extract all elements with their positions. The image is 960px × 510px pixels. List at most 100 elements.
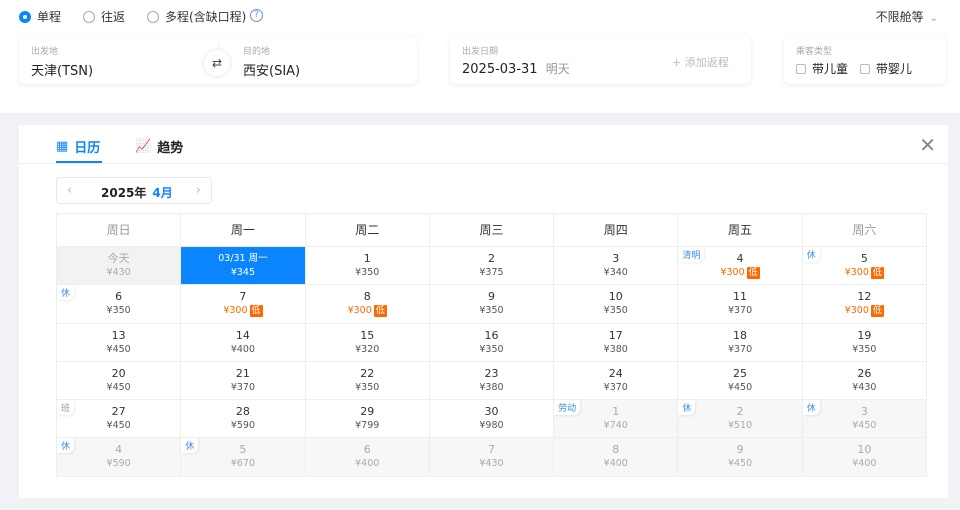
tab-calendar[interactable]: ▦ 日历 bbox=[56, 137, 100, 156]
day-price: ¥400 bbox=[306, 457, 429, 471]
trip-type-one-way[interactable]: 单程 bbox=[19, 8, 61, 25]
calendar-day[interactable]: 13 ¥450 bbox=[57, 323, 182, 362]
day-price: ¥450 bbox=[57, 419, 180, 433]
passenger-card: 乘客类型 带儿童 带婴儿 bbox=[784, 36, 946, 84]
add-return-button[interactable]: + 添加返程 bbox=[672, 54, 729, 70]
calendar-panel: ▦ 日历 📈 趋势 ✕ ‹ 2025年 4月 › 周日 周一 周二 周三 周四 周五 周六 今天 ¥4… bbox=[19, 125, 948, 498]
day-price: ¥350 bbox=[306, 381, 429, 395]
radio-label: 单程 bbox=[37, 10, 62, 24]
day-price: ¥370 bbox=[678, 304, 801, 318]
from-field[interactable]: 天津(TSN) bbox=[31, 60, 93, 79]
calendar-day[interactable]: 劳动 1 ¥740 bbox=[554, 400, 679, 439]
calendar-day[interactable]: 24 ¥370 bbox=[554, 361, 679, 401]
day-price: ¥670 bbox=[181, 457, 304, 471]
day-number: 6 bbox=[115, 290, 123, 304]
calendar-day[interactable]: 7 ¥430 bbox=[429, 438, 555, 477]
day-price: ¥510 bbox=[678, 419, 801, 433]
weekday-label: 周五 bbox=[678, 214, 803, 247]
day-number: 23 bbox=[484, 366, 499, 380]
calendar-day[interactable]: 9 ¥450 bbox=[678, 438, 803, 477]
calendar-day[interactable]: 2 ¥375 bbox=[429, 247, 555, 286]
chevron-right-icon[interactable]: › bbox=[196, 183, 201, 198]
calendar-day[interactable]: 8 ¥300 低 bbox=[305, 285, 430, 324]
calendar-day[interactable]: 22 ¥350 bbox=[305, 361, 430, 401]
day-number: 2 bbox=[736, 405, 744, 419]
calendar-day[interactable]: 21 ¥370 bbox=[181, 361, 306, 401]
calendar-day[interactable]: 25 ¥450 bbox=[678, 361, 803, 401]
search-bar: 单程 往返 多程(含缺口程) ? 不限舱等 ⌄ 出发地 天津(TSN) 目的地 西… bbox=[0, 0, 960, 113]
chart-icon: 📈 bbox=[135, 139, 152, 154]
calendar-day[interactable]: 休 5 ¥670 bbox=[181, 438, 306, 477]
day-price: ¥380 bbox=[554, 343, 677, 357]
calendar-day[interactable]: 18 ¥370 bbox=[678, 323, 803, 362]
radio-label: 往返 bbox=[101, 10, 126, 24]
day-number: 8 bbox=[612, 443, 620, 457]
trip-type-round-trip[interactable]: 往返 bbox=[83, 8, 125, 25]
day-price: ¥300 低 bbox=[803, 266, 926, 280]
calendar-day[interactable]: 9 ¥350 bbox=[429, 285, 555, 324]
trip-type-multi[interactable]: 多程(含缺口程) bbox=[147, 8, 246, 25]
day-price: ¥350 bbox=[57, 304, 180, 318]
child-checkbox[interactable]: 带儿童 bbox=[796, 62, 848, 76]
calendar-day[interactable]: 15 ¥320 bbox=[305, 323, 430, 362]
to-field[interactable]: 西安(SIA) bbox=[243, 60, 300, 79]
day-price: ¥350 bbox=[554, 304, 677, 318]
close-icon[interactable]: ✕ bbox=[919, 133, 936, 157]
calendar-day[interactable]: 12 ¥300 低 bbox=[802, 285, 927, 324]
day-price: ¥375 bbox=[430, 266, 553, 280]
calendar-day[interactable]: 23 ¥380 bbox=[429, 361, 555, 401]
calendar-day[interactable]: 14 ¥400 bbox=[181, 323, 306, 362]
cabin-select[interactable]: 不限舱等 ⌄ bbox=[876, 8, 938, 25]
calendar-day[interactable]: 1 ¥350 bbox=[305, 247, 430, 286]
calendar-day[interactable]: 清明 4 ¥300 低 bbox=[678, 247, 803, 286]
chevron-left-icon[interactable]: ‹ bbox=[67, 183, 72, 198]
calendar-day[interactable]: 休 6 ¥350 bbox=[57, 285, 182, 324]
calendar-day[interactable]: 8 ¥400 bbox=[554, 438, 679, 477]
price-value: ¥980 bbox=[479, 420, 504, 432]
calendar-day[interactable]: 休 4 ¥590 bbox=[57, 438, 182, 477]
price-value: ¥590 bbox=[230, 420, 256, 432]
price-value: ¥300 bbox=[347, 305, 372, 317]
swap-icon[interactable]: ⇄ bbox=[204, 50, 230, 76]
calendar-day[interactable]: 10 ¥400 bbox=[802, 438, 927, 477]
calendar-day[interactable]: 班 27 ¥450 bbox=[57, 400, 182, 439]
cabin-value: 不限舱等 bbox=[875, 10, 924, 24]
calendar-day[interactable]: 10 ¥350 bbox=[554, 285, 679, 324]
day-price: ¥450 bbox=[803, 419, 926, 433]
calendar-day[interactable]: 19 ¥350 bbox=[802, 323, 927, 362]
calendar-day[interactable]: 7 ¥300 低 bbox=[181, 285, 306, 324]
calendar-day[interactable]: 17 ¥380 bbox=[554, 323, 679, 362]
calendar-day[interactable]: 29 ¥799 bbox=[305, 400, 430, 439]
day-price: ¥450 bbox=[57, 343, 180, 357]
calendar-day[interactable]: 休 5 ¥300 低 bbox=[802, 247, 927, 286]
date-card[interactable]: 出发日期 2025-03-31 明天 + 添加返程 bbox=[450, 36, 751, 84]
price-value: ¥400 bbox=[852, 458, 877, 470]
price-value: ¥300 bbox=[720, 267, 745, 278]
calendar-day[interactable]: 03/31 周一 ¥345 bbox=[181, 247, 306, 286]
divider bbox=[19, 163, 948, 164]
help-icon[interactable]: ? bbox=[250, 9, 263, 22]
calendar-day[interactable]: 3 ¥340 bbox=[554, 247, 679, 286]
calendar-day[interactable]: 26 ¥430 bbox=[802, 361, 927, 401]
calendar-day[interactable]: 30 ¥980 bbox=[429, 400, 555, 439]
price-value: ¥450 bbox=[106, 343, 131, 355]
day-number: 29 bbox=[360, 405, 375, 419]
infant-checkbox[interactable]: 带婴儿 bbox=[859, 62, 912, 76]
child-label: 带儿童 bbox=[812, 62, 849, 76]
day-number: 25 bbox=[733, 366, 748, 380]
weekday-label: 周三 bbox=[429, 214, 555, 247]
tab-trend[interactable]: 📈 趋势 bbox=[135, 137, 183, 156]
price-value: ¥740 bbox=[603, 420, 628, 432]
price-value: ¥430 bbox=[852, 381, 877, 393]
price-value: ¥450 bbox=[106, 381, 131, 393]
day-number: 19 bbox=[857, 328, 872, 342]
calendar-day[interactable]: 28 ¥590 bbox=[181, 400, 306, 439]
calendar-day[interactable]: 休 2 ¥510 bbox=[678, 400, 803, 439]
calendar-day[interactable]: 11 ¥370 bbox=[678, 285, 803, 324]
price-value: ¥670 bbox=[230, 458, 256, 470]
calendar-day[interactable]: 休 3 ¥450 bbox=[802, 400, 927, 439]
calendar-day[interactable]: 6 ¥400 bbox=[305, 438, 430, 477]
calendar-day[interactable]: 今天 ¥430 bbox=[57, 247, 182, 286]
calendar-day[interactable]: 16 ¥350 bbox=[429, 323, 555, 362]
calendar-day[interactable]: 20 ¥450 bbox=[57, 361, 182, 401]
